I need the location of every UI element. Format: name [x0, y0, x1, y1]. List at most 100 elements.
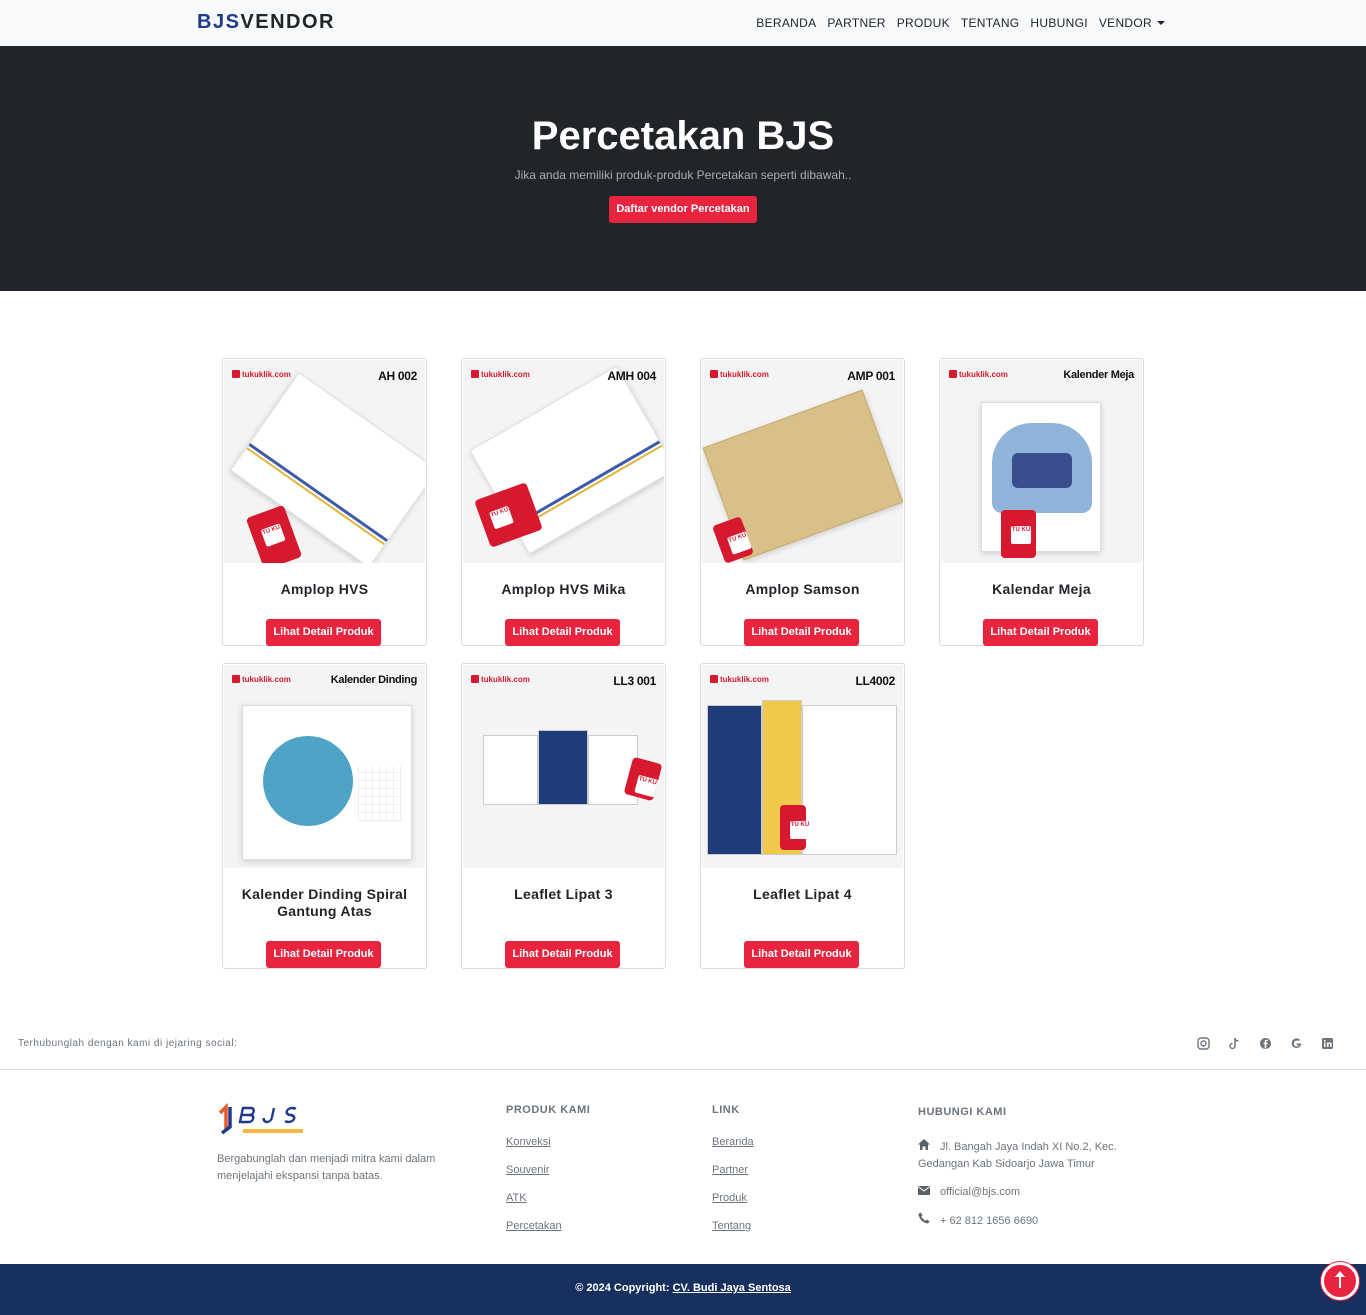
footer-link-souvenir[interactable]: Souvenir: [506, 1162, 590, 1178]
nav-item-beranda[interactable]: BERANDA: [756, 16, 816, 30]
contact-phone: + 62 812 1656 6690: [918, 1212, 1148, 1230]
footer-links-title: LINK: [712, 1104, 740, 1116]
product-title: Amplop Samson: [745, 581, 860, 597]
nav-item-hubungi[interactable]: HUBUNGI: [1030, 16, 1087, 30]
email-text: official@bjs.com: [940, 1186, 1021, 1198]
brand-logo[interactable]: BJSVENDOR: [197, 11, 335, 34]
company-link[interactable]: CV. Budi Jaya Sentosa: [673, 1282, 791, 1294]
footer-link-percetakan[interactable]: Percetakan: [506, 1218, 590, 1234]
footer-products-column: PRODUK KAMI Konveksi Souvenir ATK Percet…: [506, 1104, 590, 1246]
register-vendor-button[interactable]: Daftar vendor Percetakan: [609, 196, 757, 223]
product-card: tukuklik.com Kalender Meja Kalendar Meja…: [939, 358, 1144, 646]
social-text: Terhubunglah dengan kami di jejaring soc…: [18, 1038, 238, 1049]
product-image: tukuklik.com Kalender Dinding: [224, 665, 425, 868]
product-code: AH 002: [378, 369, 417, 383]
footer-link-atk[interactable]: ATK: [506, 1190, 590, 1206]
product-code: LL4002: [855, 674, 895, 688]
hero-subtitle: Jika anda memiliki produk-produk Perceta…: [514, 168, 852, 182]
footer-link-tentang[interactable]: Tentang: [712, 1218, 754, 1234]
footer-link-partner[interactable]: Partner: [712, 1162, 754, 1178]
social-icons: [1196, 1037, 1334, 1051]
product-image: tukuklik.com Kalender Meja: [941, 360, 1142, 563]
product-image: tukuklik.com AH 002: [224, 360, 425, 563]
tukuklik-logo: tukuklik.com: [232, 675, 291, 684]
product-card: tukuklik.com LL4002 Leaflet Lipat 4 Liha…: [700, 663, 905, 969]
back-to-top-button[interactable]: [1321, 1262, 1359, 1300]
address-text: Jl. Bangah Jaya Indah XI No.2, Kec. Geda…: [918, 1141, 1117, 1170]
product-detail-button[interactable]: Lihat Detail Produk: [744, 941, 859, 968]
product-card: tukuklik.com LL3 001 Leaflet Lipat 3 Lih…: [461, 663, 666, 969]
instagram-icon[interactable]: [1196, 1037, 1210, 1051]
product-card: tukuklik.com Kalender Dinding Kalender D…: [222, 663, 427, 969]
product-code: Kalender Dinding: [330, 674, 418, 686]
product-title: Amplop HVS: [280, 581, 369, 597]
product-detail-button[interactable]: Lihat Detail Produk: [983, 619, 1098, 646]
footer-link-konveksi[interactable]: Konveksi: [506, 1134, 590, 1150]
desk-calendar-graphic: [981, 402, 1101, 552]
product-card: tukuklik.com AMH 004 Amplop HVS Mika Lih…: [461, 358, 666, 646]
contact-email: official@bjs.com: [918, 1184, 1148, 1201]
leaflet-graphic: [707, 705, 762, 855]
tukuklik-logo: tukuklik.com: [232, 370, 291, 379]
nav-item-partner[interactable]: PARTNER: [827, 16, 885, 30]
nav-item-tentang[interactable]: TENTANG: [961, 16, 1020, 30]
hero-title: Percetakan BJS: [531, 114, 835, 158]
product-detail-button[interactable]: Lihat Detail Produk: [744, 619, 859, 646]
product-detail-button[interactable]: Lihat Detail Produk: [505, 941, 620, 968]
tukuklik-logo: tukuklik.com: [471, 675, 530, 684]
product-detail-button[interactable]: Lihat Detail Produk: [266, 941, 381, 968]
footer-link-beranda[interactable]: Beranda: [712, 1134, 754, 1150]
footer-links-column: LINK Beranda Partner Produk Tentang: [712, 1104, 754, 1246]
hero-section: Percetakan BJS Jika anda memiliki produk…: [0, 46, 1366, 291]
footer: Bergabunglah dan menjadi mitra kami dala…: [0, 1071, 1366, 1264]
product-code: AMH 004: [607, 369, 656, 383]
footer-contact-column: HUBUNGI KAMI Jl. Bangah Jaya Indah XI No…: [918, 1104, 1148, 1241]
brand-part1: BJS: [197, 11, 241, 33]
contact-address: Jl. Bangah Jaya Indah XI No.2, Kec. Geda…: [918, 1139, 1148, 1173]
product-title: Kalender Dinding Spiral Gantung Atas: [241, 886, 408, 919]
brand-part2: VENDOR: [240, 11, 335, 33]
product-card: tukuklik.com AMP 001 Amplop Samson Lihat…: [700, 358, 905, 646]
envelope-icon: [918, 1184, 932, 1201]
product-image: tukuklik.com LL3 001: [463, 665, 664, 868]
copyright-bar: © 2024 Copyright: CV. Budi Jaya Sentosa: [0, 1264, 1366, 1315]
bjs-logo: [217, 1102, 309, 1137]
product-detail-button[interactable]: Lihat Detail Produk: [505, 619, 620, 646]
social-bar: Terhubunglah dengan kami di jejaring soc…: [0, 1025, 1366, 1070]
product-title: Leaflet Lipat 3: [514, 886, 613, 902]
product-card: tukuklik.com AH 002 Amplop HVS Lihat Det…: [222, 358, 427, 646]
product-detail-button[interactable]: Lihat Detail Produk: [266, 619, 381, 646]
tukuklik-logo: tukuklik.com: [710, 675, 769, 684]
footer-link-produk[interactable]: Produk: [712, 1190, 754, 1206]
product-title: Leaflet Lipat 4: [753, 886, 852, 902]
product-image: tukuklik.com AMH 004: [463, 360, 664, 563]
product-code: Kalender Meja: [1063, 369, 1134, 381]
nav-item-vendor-dropdown[interactable]: VENDOR: [1099, 16, 1165, 30]
product-code: LL3 001: [613, 674, 656, 688]
footer-products-title: PRODUK KAMI: [506, 1104, 591, 1116]
leaflet-graphic: [802, 705, 897, 855]
linkedin-icon[interactable]: [1320, 1037, 1334, 1051]
leaflet-graphic: [483, 735, 538, 805]
facebook-icon[interactable]: [1258, 1037, 1272, 1051]
product-image: tukuklik.com AMP 001: [702, 360, 903, 563]
google-icon[interactable]: [1289, 1037, 1303, 1051]
tuku-card-graphic: [1001, 510, 1036, 558]
product-image: tukuklik.com LL4002: [702, 665, 903, 868]
tiktok-icon[interactable]: [1227, 1037, 1241, 1051]
nav-item-produk[interactable]: PRODUK: [897, 16, 950, 30]
tukuklik-logo: tukuklik.com: [949, 370, 1008, 379]
tukuklik-logo: tukuklik.com: [471, 370, 530, 379]
tukuklik-logo: tukuklik.com: [710, 370, 769, 379]
copyright-text: © 2024 Copyright:: [575, 1282, 670, 1294]
nav-item-vendor-label: VENDOR: [1098, 16, 1152, 30]
product-code: AMP 001: [847, 369, 895, 383]
home-icon: [918, 1139, 932, 1156]
product-title: Amplop HVS Mika: [501, 581, 626, 597]
navbar: BJSVENDOR BERANDA PARTNER PRODUK TENTANG…: [0, 0, 1366, 46]
footer-description: Bergabunglah dan menjadi mitra kami dala…: [217, 1153, 436, 1182]
tuku-card-graphic: [780, 805, 810, 850]
phone-text: + 62 812 1656 6690: [940, 1215, 1039, 1227]
wall-calendar-graphic: [242, 705, 412, 860]
arrow-up-icon: [1335, 1271, 1345, 1288]
